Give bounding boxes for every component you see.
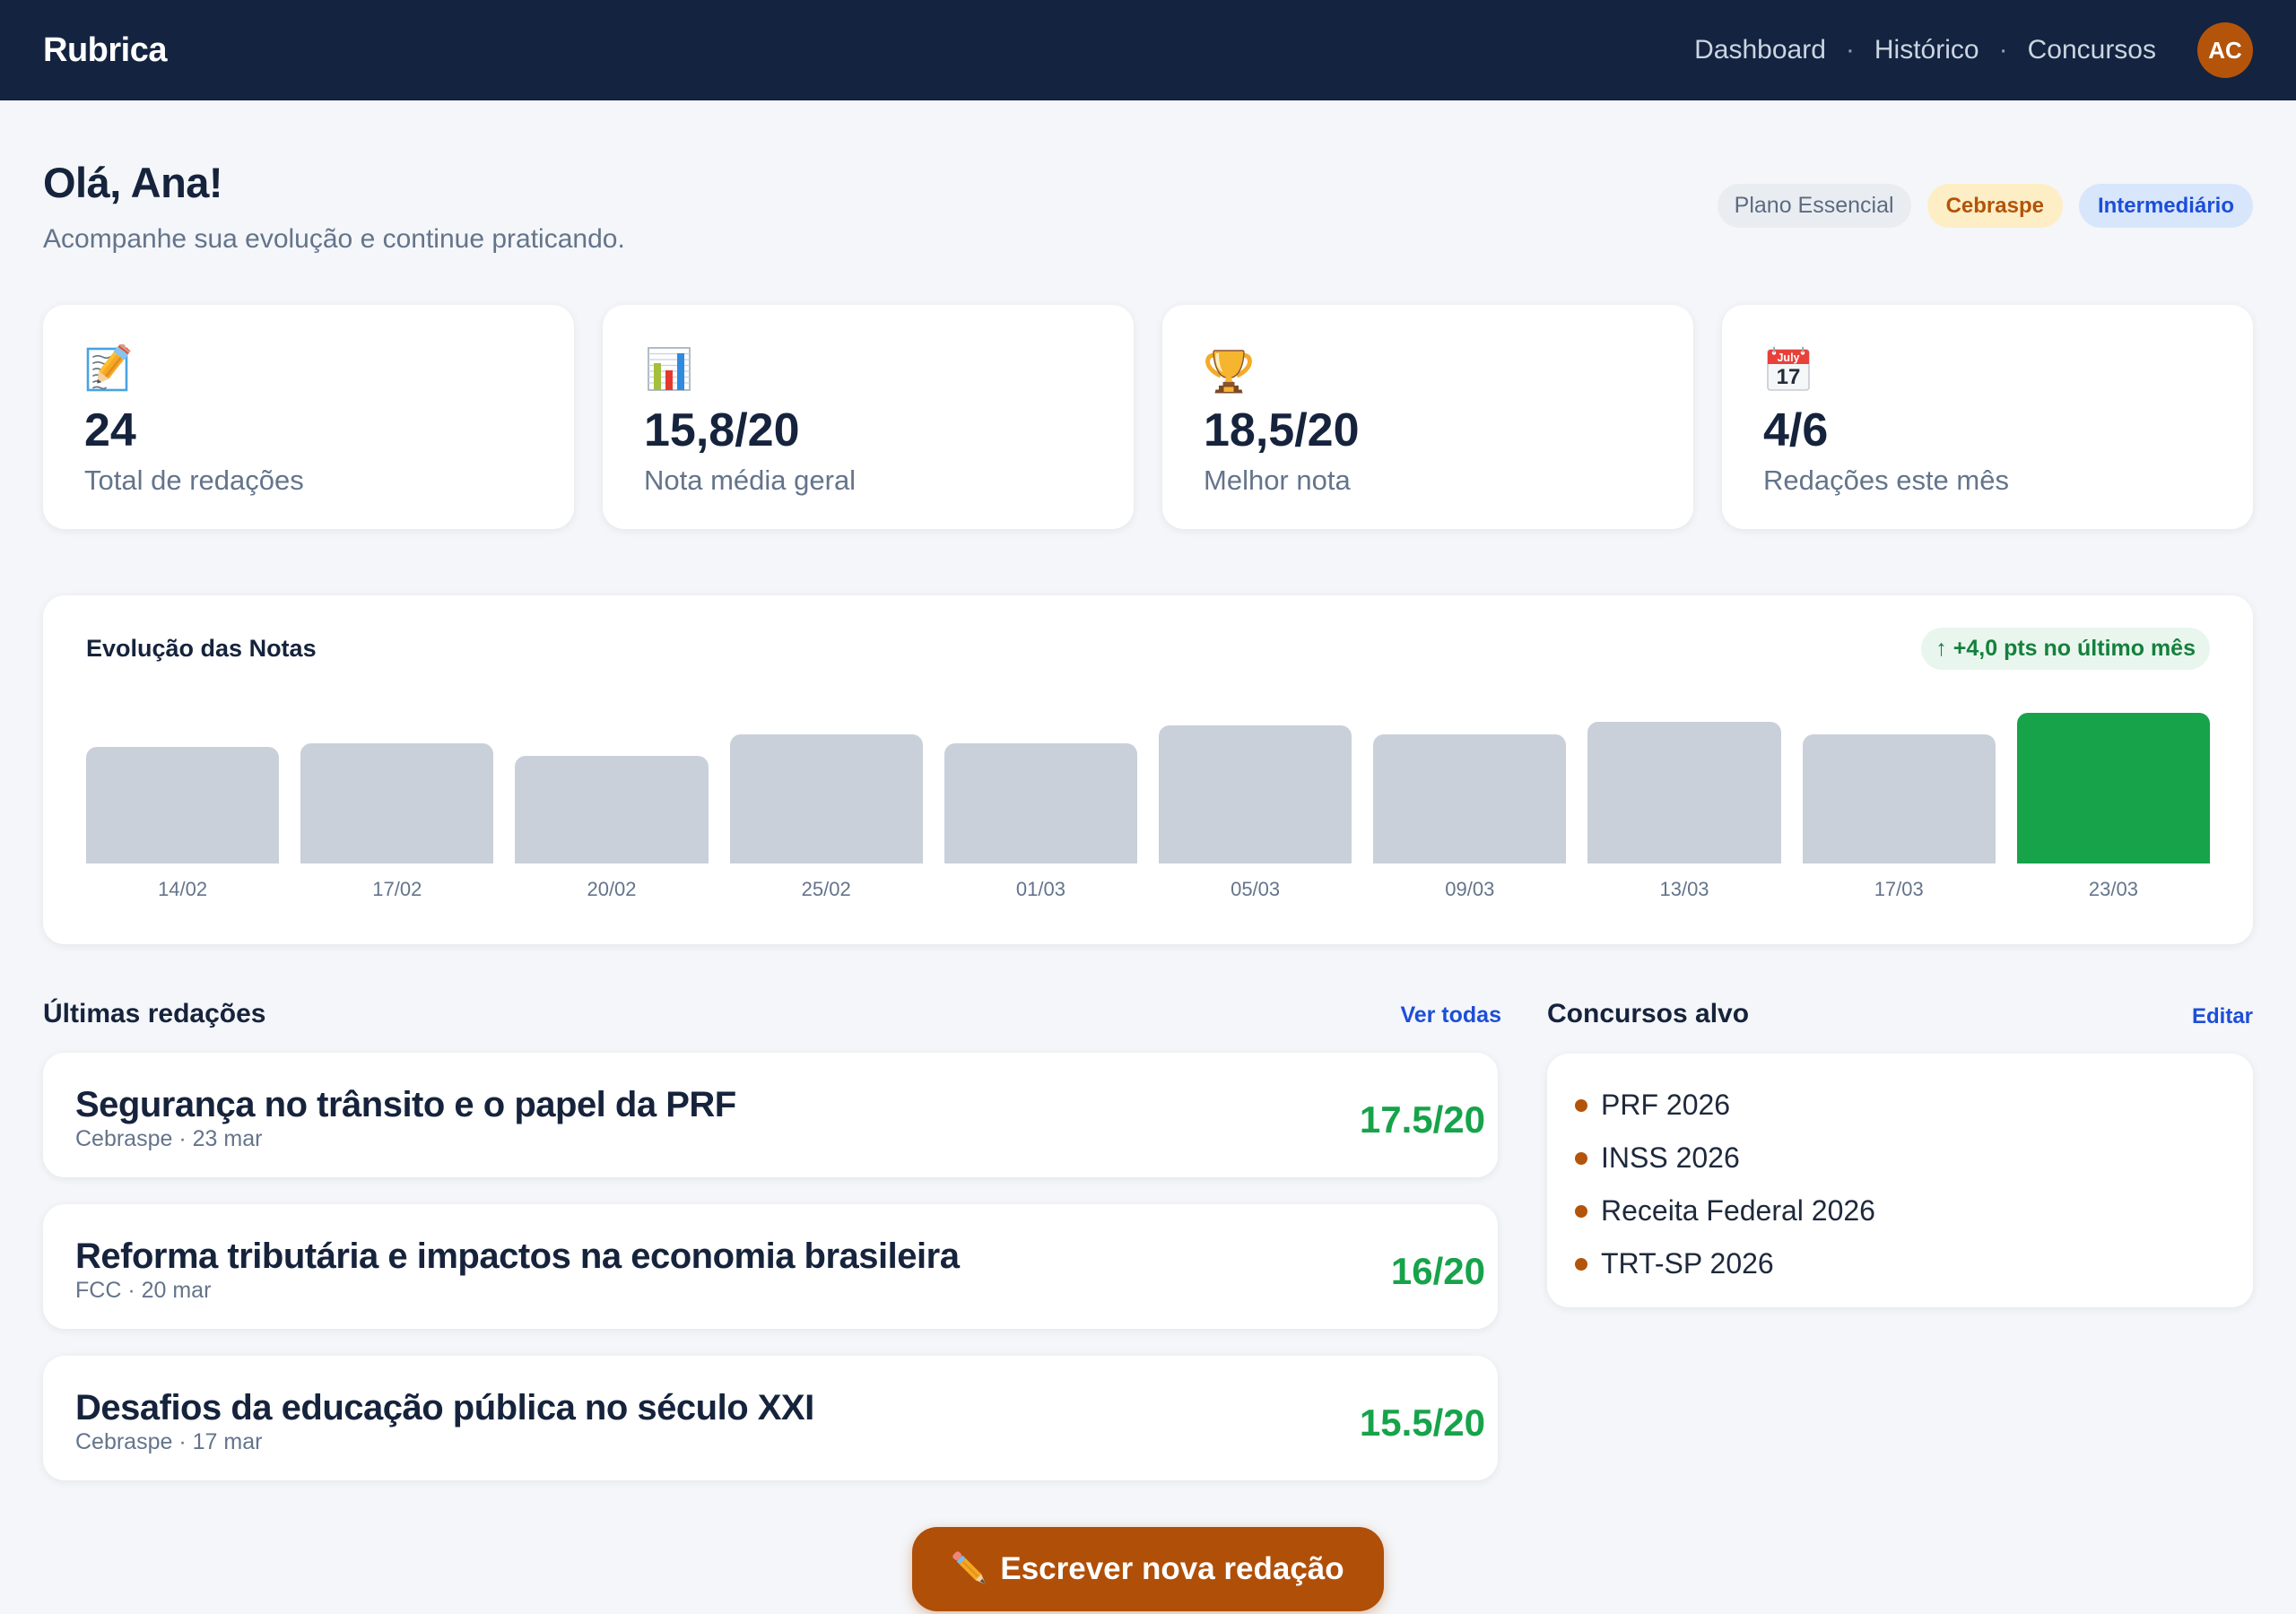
svg-text:17: 17 xyxy=(1777,365,1801,389)
svg-text:July: July xyxy=(1777,351,1799,364)
